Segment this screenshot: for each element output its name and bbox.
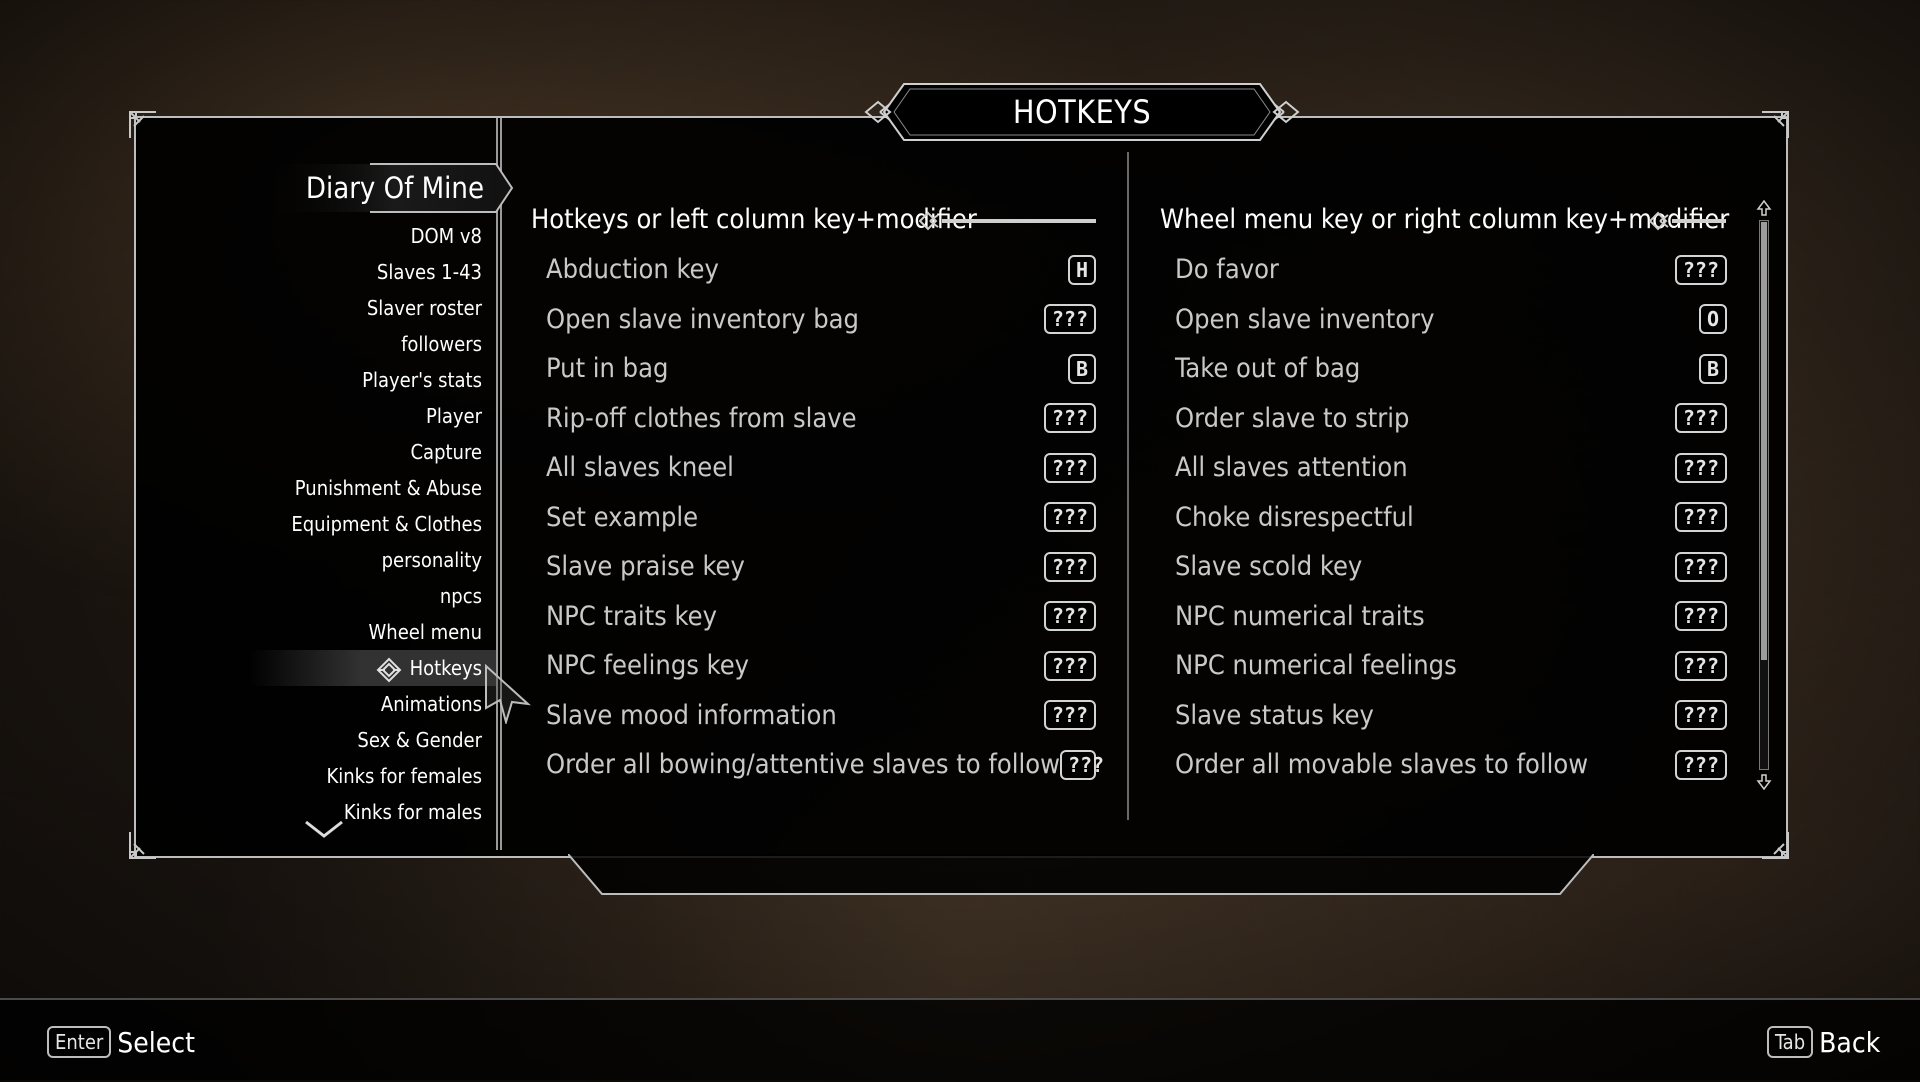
option-slave-praise-key[interactable]: Slave praise key???: [546, 542, 1096, 592]
option-take-out-of-bag[interactable]: Take out of bag B: [1175, 344, 1727, 394]
scroll-thumb[interactable]: [1761, 222, 1767, 660]
left-column-header: Hotkeys or left column key+modifier: [531, 204, 977, 235]
select-label: Select: [117, 1025, 196, 1059]
scroll-up-arrow-icon[interactable]: [1756, 200, 1772, 216]
footer-bar: [0, 998, 1920, 1082]
sidebar-item-slaver-roster[interactable]: Slaver roster: [250, 290, 482, 326]
key-binding[interactable]: ???: [1043, 700, 1096, 731]
option-npc-numerical-traits[interactable]: NPC numerical traits???: [1175, 592, 1727, 642]
options-scrollbar[interactable]: [1754, 200, 1774, 790]
key-binding[interactable]: ???: [1674, 601, 1727, 632]
option-order-bowing-follow[interactable]: Order all bowing/attentive slaves to fol…: [546, 740, 1104, 790]
mod-title-banner[interactable]: Diary Of Mine: [250, 162, 514, 214]
scroll-down-arrow-icon[interactable]: [1756, 774, 1772, 790]
left-hotkey-list: Abduction key H Open slave inventory bag?…: [546, 245, 1104, 790]
sidebar-item-capture[interactable]: Capture: [250, 434, 482, 470]
key-binding[interactable]: ???: [1674, 403, 1727, 434]
sidebar-item-dom-v8[interactable]: DOM v8: [250, 218, 482, 254]
header-ornament-icon: [1648, 209, 1728, 233]
key-binding[interactable]: ???: [1674, 749, 1727, 780]
mod-title: Diary Of Mine: [305, 171, 484, 205]
sidebar-item-hotkeys[interactable]: Hotkeys: [250, 650, 496, 686]
right-column-header: Wheel menu key or right column key+modif…: [1160, 204, 1730, 235]
key-binding[interactable]: ???: [1674, 502, 1727, 533]
key-binding[interactable]: B: [1067, 353, 1096, 384]
header-ornament-icon: [918, 209, 1098, 233]
select-button[interactable]: Enter Select: [47, 1024, 195, 1060]
key-binding[interactable]: O: [1698, 304, 1727, 335]
sidebar-item-player[interactable]: Player: [250, 398, 482, 434]
enter-key-hint: Enter: [47, 1026, 112, 1058]
option-order-slave-to-strip[interactable]: Order slave to strip???: [1175, 394, 1727, 444]
key-binding[interactable]: ???: [1674, 551, 1727, 582]
corner-ornament-icon: [126, 828, 160, 862]
sidebar-item-players-stats[interactable]: Player's stats: [250, 362, 482, 398]
knot-icon: [376, 657, 402, 683]
option-set-example[interactable]: Set example???: [546, 493, 1096, 543]
column-divider: [1127, 152, 1129, 820]
key-binding[interactable]: ???: [1043, 551, 1096, 582]
option-order-movable-follow[interactable]: Order all movable slaves to follow???: [1175, 740, 1727, 790]
sidebar-item-sex-gender[interactable]: Sex & Gender: [250, 722, 482, 758]
option-open-slave-inventory[interactable]: Open slave inventory O: [1175, 295, 1727, 345]
option-rip-off-clothes[interactable]: Rip-off clothes from slave???: [546, 394, 1096, 444]
sidebar-page-list: DOM v8 Slaves 1-43 Slaver roster followe…: [250, 218, 496, 830]
corner-ornament-icon: [1758, 108, 1792, 142]
key-binding[interactable]: ???: [1043, 304, 1096, 335]
option-npc-feelings-key[interactable]: NPC feelings key???: [546, 641, 1096, 691]
chevron-down-icon[interactable]: [302, 818, 346, 840]
corner-ornament-icon: [1758, 828, 1792, 862]
tab-key-hint: Tab: [1767, 1026, 1814, 1058]
sidebar-divider: [496, 118, 502, 850]
key-binding[interactable]: H: [1067, 254, 1096, 285]
option-slave-scold-key[interactable]: Slave scold key???: [1175, 542, 1727, 592]
back-button[interactable]: Tab Back: [1767, 1024, 1880, 1060]
corner-ornament-icon: [126, 108, 160, 142]
option-abduction-key[interactable]: Abduction key H: [546, 245, 1096, 295]
option-slave-mood-information[interactable]: Slave mood information???: [546, 691, 1096, 741]
panel-bottom-tab: [568, 854, 1594, 896]
right-hotkey-list: Do favor??? Open slave inventory O Take o…: [1175, 245, 1727, 790]
sidebar-item-wheel-menu[interactable]: Wheel menu: [250, 614, 482, 650]
sidebar-item-kinks-females[interactable]: Kinks for females: [250, 758, 482, 794]
key-binding[interactable]: ???: [1043, 502, 1096, 533]
sidebar-item-animations[interactable]: Animations: [250, 686, 482, 722]
title-banner: HOTKEYS: [864, 80, 1300, 144]
sidebar-item-slaves[interactable]: Slaves 1-43: [250, 254, 482, 290]
cursor-icon: [482, 664, 532, 724]
sidebar-item-punishment-abuse[interactable]: Punishment & Abuse: [250, 470, 482, 506]
back-label: Back: [1819, 1025, 1881, 1059]
option-do-favor[interactable]: Do favor???: [1175, 245, 1727, 295]
key-binding[interactable]: ???: [1674, 650, 1727, 681]
key-binding[interactable]: ???: [1674, 700, 1727, 731]
sidebar-item-followers[interactable]: followers: [250, 326, 482, 362]
key-binding[interactable]: ???: [1043, 650, 1096, 681]
scroll-track[interactable]: [1759, 220, 1769, 770]
sidebar-item-kinks-males[interactable]: Kinks for males: [250, 794, 482, 830]
option-npc-numerical-feelings[interactable]: NPC numerical feelings???: [1175, 641, 1727, 691]
key-binding[interactable]: ???: [1674, 254, 1727, 285]
option-npc-traits-key[interactable]: NPC traits key???: [546, 592, 1096, 642]
key-binding[interactable]: ???: [1059, 749, 1104, 780]
key-binding[interactable]: B: [1698, 353, 1727, 384]
option-all-slaves-kneel[interactable]: All slaves kneel???: [546, 443, 1096, 493]
sidebar-item-equipment-clothes[interactable]: Equipment & Clothes: [250, 506, 482, 542]
sidebar-item-personality[interactable]: personality: [250, 542, 482, 578]
key-binding[interactable]: ???: [1674, 452, 1727, 483]
sidebar-item-npcs[interactable]: npcs: [250, 578, 482, 614]
option-put-in-bag[interactable]: Put in bag B: [546, 344, 1096, 394]
option-choke-disrespectful[interactable]: Choke disrespectful???: [1175, 493, 1727, 543]
key-binding[interactable]: ???: [1043, 403, 1096, 434]
option-all-slaves-attention[interactable]: All slaves attention???: [1175, 443, 1727, 493]
key-binding[interactable]: ???: [1043, 601, 1096, 632]
option-open-slave-inventory-bag[interactable]: Open slave inventory bag???: [546, 295, 1096, 345]
page-title: HOTKEYS: [1012, 93, 1152, 131]
option-slave-status-key[interactable]: Slave status key???: [1175, 691, 1727, 741]
key-binding[interactable]: ???: [1043, 452, 1096, 483]
